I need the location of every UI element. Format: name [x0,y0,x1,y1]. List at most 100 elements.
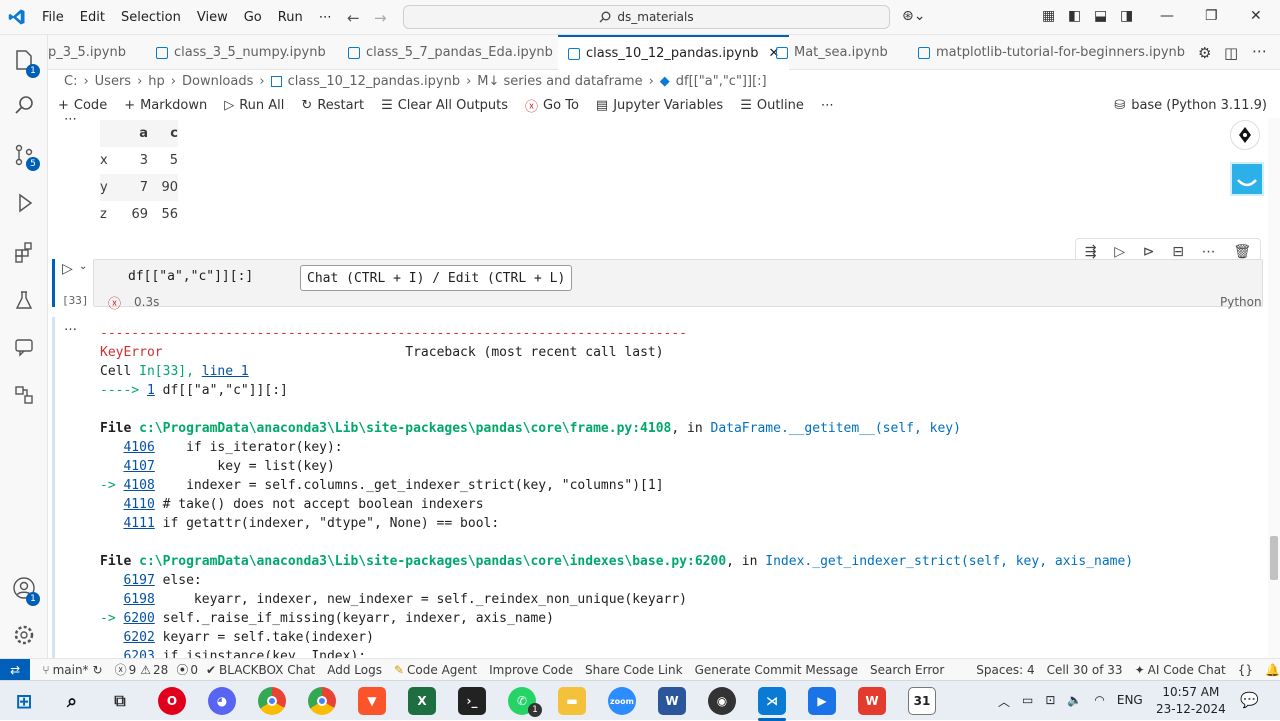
line-number-link[interactable]: 6200 [123,611,154,626]
line-number-link[interactable]: 6203 [123,649,154,658]
notifications-bell-icon[interactable]: 🔔 [1265,663,1280,677]
opera-browser-icon[interactable]: O [158,687,186,715]
calendar-app-icon[interactable]: 31 [908,687,936,715]
braces-icon[interactable]: {} [1238,663,1253,677]
menu-view[interactable]: View [197,10,228,25]
line-number-link[interactable]: 6198 [123,592,154,607]
windows-start-icon[interactable]: ⊞ [10,687,38,715]
info-count[interactable]: 0 [190,663,198,677]
tab-class-10-12-pandas[interactable]: class_10_12_pandas.ipynb ✕ [558,35,790,70]
source-control-icon[interactable]: 5 [0,135,48,175]
toggle-secondary-sidebar-icon[interactable]: ◨ [1120,8,1133,24]
split-editor-icon[interactable]: ◫ [1224,44,1238,62]
notebook-settings-gear-icon[interactable]: ⚙ [1198,44,1211,62]
system-clock[interactable]: 10:57 AM 23-12-2024 [1156,684,1226,718]
network-icon[interactable]: ⊡ [1045,693,1055,710]
warning-count[interactable]: 28 [153,663,168,677]
more-actions-icon[interactable]: ⋯ [1252,42,1267,60]
file-path-link[interactable]: c:\ProgramData\anaconda3\Lib\site-packag… [139,554,726,569]
file-explorer-icon[interactable]: ▬ [558,687,586,715]
menu-edit[interactable]: Edit [80,10,105,25]
tab-p-3-5[interactable]: p_3_5.ipynb [48,35,126,70]
breadcrumb-item[interactable]: M↓ series and dataframe [477,74,642,89]
smile-assistant-icon[interactable] [1230,162,1264,196]
run-debug-icon[interactable] [0,183,48,223]
run-by-line-icon[interactable]: ⇶ [1085,244,1097,260]
line-number-link[interactable]: 6202 [123,630,154,645]
extensions-icon[interactable] [0,232,48,272]
breadcrumb-item[interactable]: Users [95,74,131,89]
generate-commit-message[interactable]: Generate Commit Message [695,663,858,677]
delete-cell-icon[interactable]: 🗑 [1233,244,1251,260]
back-arrow-icon[interactable]: ← [347,9,360,27]
search-view-icon[interactable] [0,85,48,125]
output-collapse-icon[interactable]: ⋯ [64,118,77,127]
volume-icon[interactable]: 🔈 [1067,693,1082,710]
brave-browser-icon[interactable]: ▼ [358,687,386,715]
menu-selection[interactable]: Selection [121,10,181,25]
scrollbar-thumb[interactable] [1270,536,1278,580]
menu-go[interactable]: Go [244,10,262,25]
toggle-panel-icon[interactable]: ⬓ [1094,8,1107,24]
toggle-primary-sidebar-icon[interactable]: ◧ [1068,8,1081,24]
cell-language[interactable]: Python [1220,295,1262,309]
chrome-profile-icon[interactable] [308,687,336,715]
blackbox-chat[interactable]: BLACKBOX Chat [219,663,315,677]
code-line[interactable]: df[["a","c"]][:] [128,269,253,284]
explorer-icon[interactable]: 1 [0,40,48,80]
kernel-picker[interactable]: ⛁ base (Python 3.11.9) [1114,98,1267,113]
battery-icon[interactable]: ▭ [1022,693,1033,710]
terminal-icon[interactable]: ›_ [458,687,486,715]
share-code-link[interactable]: Share Code Link [585,663,683,677]
line-number-link[interactable]: 4107 [123,459,154,474]
menu-file[interactable]: File [42,10,64,25]
indent-spaces[interactable]: Spaces: 4 [976,663,1034,677]
toolbar-more-button[interactable]: ⋯ [821,98,834,113]
file-path-link[interactable]: c:\ProgramData\anaconda3\Lib\site-packag… [139,421,671,436]
wifi-icon[interactable]: ◠ [1094,693,1104,710]
clear-outputs-button[interactable]: ☰ Clear All Outputs [381,98,508,113]
line-number-link[interactable]: 4110 [123,497,154,512]
cell-position[interactable]: Cell 30 of 33 [1047,663,1123,677]
improve-code[interactable]: Improve Code [489,663,573,677]
breadcrumb-item[interactable]: df[["a","c"]][:] [676,74,767,89]
tab-matplotlib-tutorial[interactable]: matplotlib-tutorial-for-beginners.ipynb [918,35,1185,70]
manage-gear-icon[interactable] [0,615,48,655]
taskbar-search-icon[interactable]: ⌕ [58,687,86,715]
task-view-icon[interactable]: ⧉ [106,687,134,715]
discord-icon[interactable]: ◕ [208,687,236,715]
search-error[interactable]: Search Error [870,663,944,677]
execute-above-icon[interactable]: ▷ [1114,244,1125,260]
line-number-link[interactable]: 4106 [123,440,154,455]
copilot-icon[interactable]: ⊛⌄ [902,8,925,24]
line-number-link[interactable]: 4108 [123,478,154,493]
code-agent[interactable]: Code Agent [407,663,477,677]
menu-more[interactable]: ⋯ [319,10,332,25]
line-number-link[interactable]: 6197 [123,573,154,588]
restore-icon[interactable]: ❐ [1205,8,1218,24]
run-cell-icon[interactable]: ▷ [62,261,73,277]
split-cell-icon[interactable]: ⊟ [1172,244,1184,260]
tab-class-3-5-numpy[interactable]: class_3_5_numpy.ipynb [156,35,326,70]
restart-button[interactable]: ↻ Restart [301,98,364,113]
remote-explorer-icon[interactable] [0,375,48,415]
sync-icon[interactable]: ↻ [93,663,103,677]
chat-icon[interactable] [0,327,48,367]
execute-below-icon[interactable]: ⊳ [1143,244,1155,260]
pen-tool-icon[interactable] [1230,120,1260,150]
obs-studio-icon[interactable]: ◉ [708,687,736,715]
wps-office-icon[interactable]: W [858,687,886,715]
add-code-cell-button[interactable]: + Code [58,98,107,113]
menu-run[interactable]: Run [278,10,303,25]
cell-more-icon[interactable]: ⋯ [1202,244,1216,260]
tab-class-5-7-pandas-eda[interactable]: class_5_7_pandas_Eda.ipynb [348,35,553,70]
run-all-button[interactable]: ▷ Run All [224,98,284,113]
breadcrumb-item[interactable]: C: [64,74,77,89]
go-to-button[interactable]: ⓧ Go To [525,96,579,115]
chrome-icon[interactable] [258,687,286,715]
error-count[interactable]: 9 [129,663,137,677]
breadcrumb-item[interactable]: Downloads [182,74,253,89]
screen-recorder-icon[interactable]: ▶ [808,687,836,715]
outline-button[interactable]: ☰ Outline [740,98,804,113]
add-markdown-cell-button[interactable]: + Markdown [124,98,207,113]
